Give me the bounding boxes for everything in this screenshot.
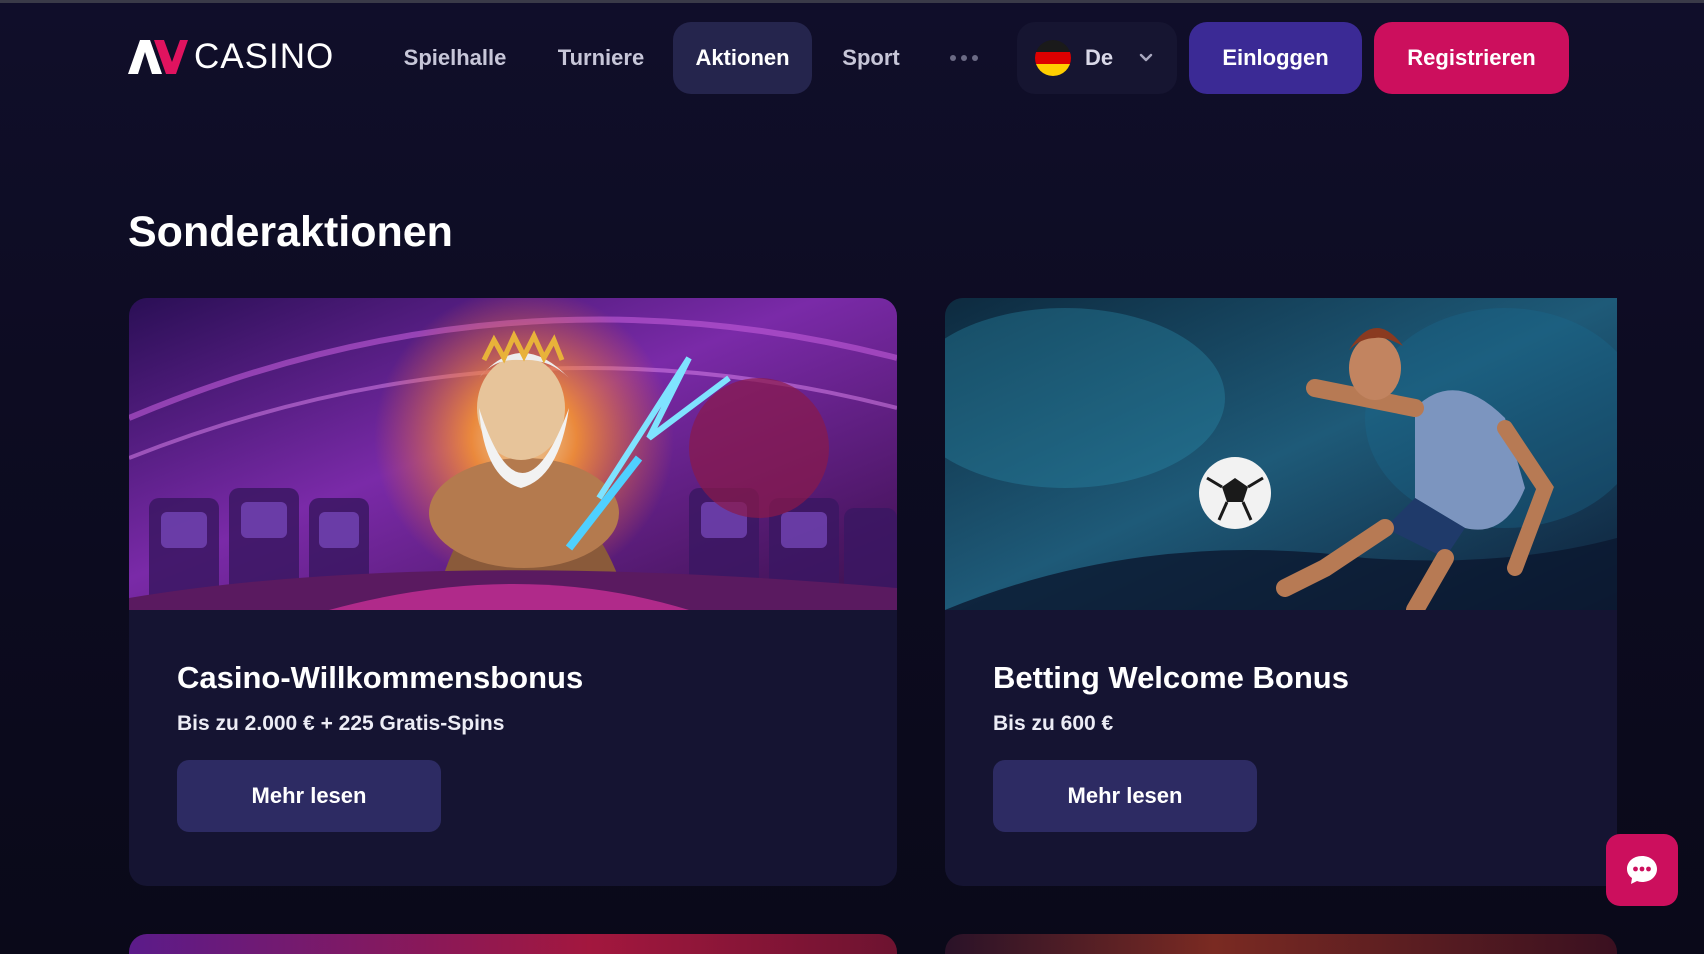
promo-subtitle: Bis zu 600 €: [993, 712, 1114, 735]
more-dots-icon[interactable]: [950, 55, 978, 61]
chevron-down-icon: [1139, 53, 1153, 62]
soccer-player-illustration: [945, 298, 1617, 610]
av-logo-icon: [128, 40, 188, 74]
site-header: CASINO Spielhalle Turniere Aktionen Spor…: [0, 22, 1704, 94]
promo-card-peek[interactable]: [945, 934, 1617, 954]
language-selector[interactable]: De: [1017, 22, 1177, 94]
nav-item-turniere[interactable]: Turniere: [545, 22, 657, 94]
promo-card-betting: Betting Welcome Bonus Bis zu 600 € Mehr …: [945, 298, 1617, 886]
promo-title: Betting Welcome Bonus: [993, 660, 1349, 695]
zeus-casino-illustration: [129, 298, 897, 610]
brand-logo[interactable]: CASINO: [128, 37, 335, 76]
promo-title: Casino-Willkommensbonus: [177, 660, 584, 695]
nav-item-aktionen[interactable]: Aktionen: [673, 22, 812, 94]
language-label: De: [1085, 45, 1114, 70]
nav-item-spielhalle[interactable]: Spielhalle: [395, 22, 515, 94]
page: CASINO Spielhalle Turniere Aktionen Spor…: [0, 0, 1704, 954]
page-title: Sonderaktionen: [128, 208, 453, 256]
read-more-button[interactable]: Mehr lesen: [993, 760, 1257, 832]
chat-bubble-icon: [1627, 856, 1657, 884]
top-border: [0, 0, 1704, 3]
promo-card-casino: Casino-Willkommensbonus Bis zu 2.000 € +…: [129, 298, 897, 886]
login-button[interactable]: Einloggen: [1189, 22, 1362, 94]
promo-card-peek[interactable]: [129, 934, 897, 954]
promo-subtitle: Bis zu 2.000 € + 225 Gratis-Spins: [177, 712, 505, 735]
nav-item-sport[interactable]: Sport: [832, 22, 910, 94]
brand-name: CASINO: [194, 37, 335, 76]
read-more-button[interactable]: Mehr lesen: [177, 760, 441, 832]
register-button[interactable]: Registrieren: [1374, 22, 1569, 94]
chat-button[interactable]: [1606, 834, 1678, 906]
germany-flag-icon: [1035, 40, 1071, 76]
